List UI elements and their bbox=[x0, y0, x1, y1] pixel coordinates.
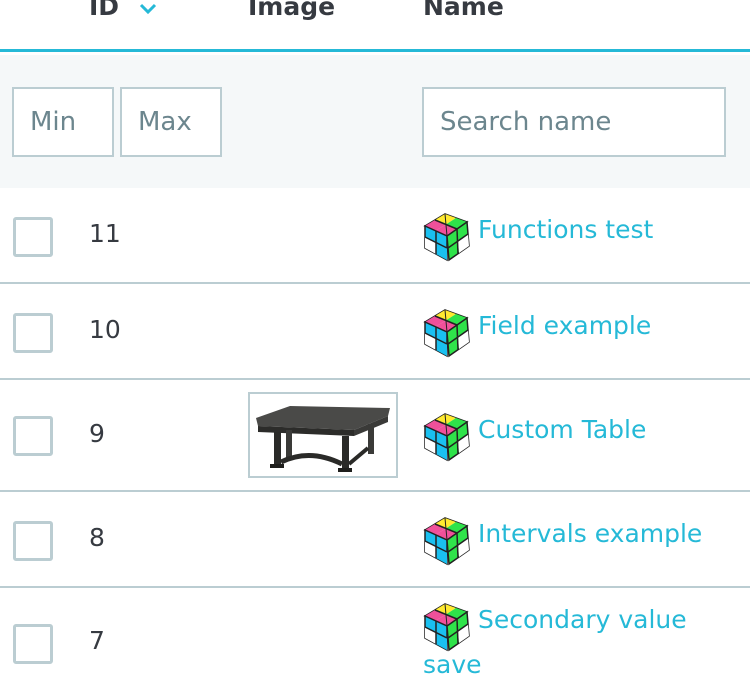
row-select-checkbox[interactable] bbox=[13, 313, 53, 353]
chevron-down-icon[interactable] bbox=[139, 2, 157, 16]
name-search-input[interactable] bbox=[422, 87, 726, 157]
row-name-link[interactable]: Secondary value bbox=[478, 605, 687, 634]
table-row[interactable]: 9 Custom Table bbox=[0, 380, 750, 492]
column-header-id[interactable]: ID bbox=[89, 0, 119, 21]
row-select-checkbox[interactable] bbox=[13, 217, 53, 257]
row-id: 11 bbox=[89, 219, 121, 248]
row-name-link-continued[interactable]: save bbox=[423, 650, 482, 679]
row-select-checkbox[interactable] bbox=[13, 416, 53, 456]
column-header-image: Image bbox=[248, 0, 336, 21]
row-id: 7 bbox=[89, 626, 105, 655]
table-row[interactable]: 11 Functions test bbox=[0, 188, 750, 284]
table-furniture-image bbox=[256, 406, 390, 472]
cube-icon bbox=[424, 517, 470, 565]
row-id: 10 bbox=[89, 315, 121, 344]
row-select-checkbox[interactable] bbox=[13, 521, 53, 561]
table-header: ID Image Name bbox=[0, 0, 750, 52]
cube-icon bbox=[424, 213, 470, 261]
id-min-input[interactable] bbox=[12, 87, 114, 157]
column-header-name[interactable]: Name bbox=[423, 0, 504, 21]
row-id: 9 bbox=[89, 419, 105, 448]
table-row[interactable]: 8 Intervals example bbox=[0, 492, 750, 588]
cube-icon bbox=[424, 309, 470, 357]
cube-icon bbox=[424, 413, 470, 461]
cube-icon bbox=[424, 603, 470, 651]
row-name-link[interactable]: Field example bbox=[478, 311, 651, 340]
row-name-link[interactable]: Intervals example bbox=[478, 519, 702, 548]
row-name-link[interactable]: Functions test bbox=[478, 215, 653, 244]
filter-row bbox=[0, 55, 750, 188]
id-max-input[interactable] bbox=[120, 87, 222, 157]
row-select-checkbox[interactable] bbox=[13, 624, 53, 664]
row-name-link[interactable]: Custom Table bbox=[478, 415, 646, 444]
table-row[interactable]: 10 Field example bbox=[0, 284, 750, 380]
row-id: 8 bbox=[89, 523, 105, 552]
product-thumbnail[interactable] bbox=[248, 392, 398, 478]
table-row[interactable]: 7 Secondary value save bbox=[0, 588, 750, 679]
